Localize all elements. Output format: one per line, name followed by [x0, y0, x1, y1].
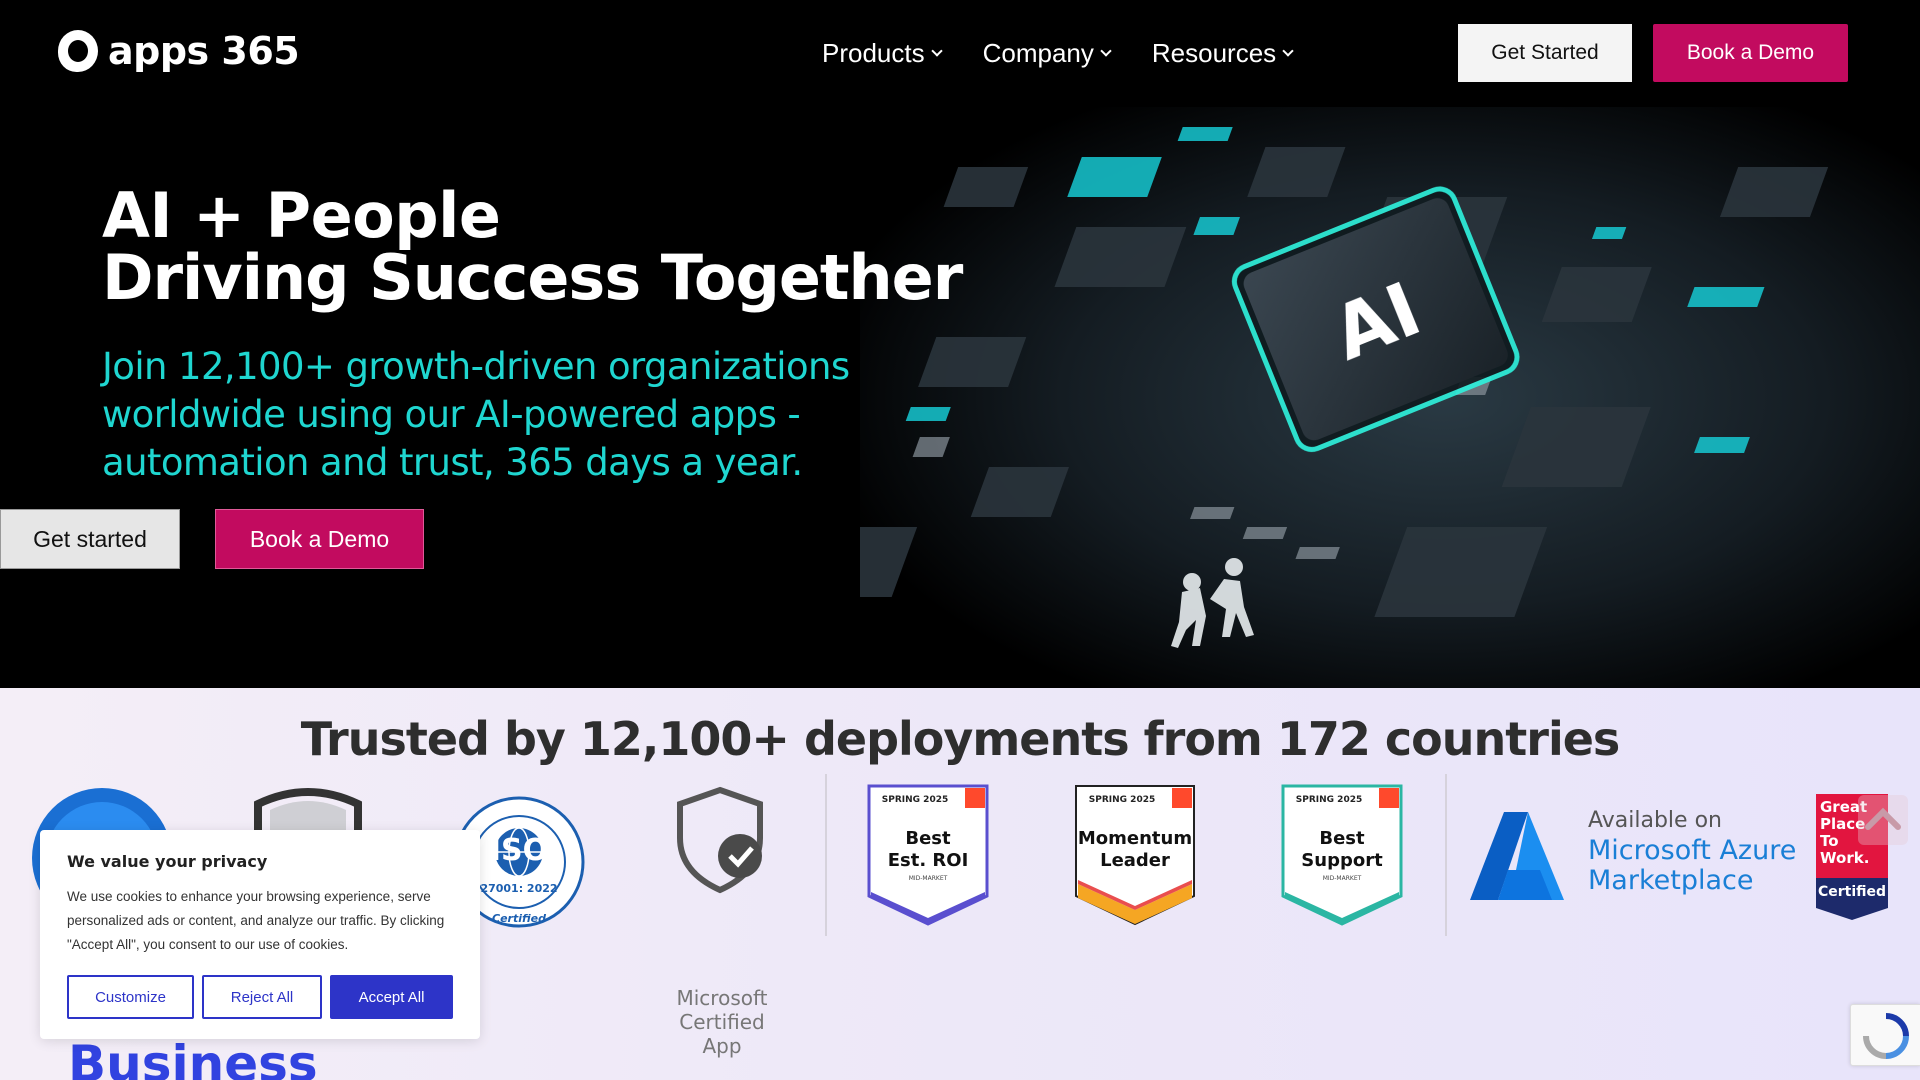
nav-book-demo-button[interactable]: Book a Demo [1653, 24, 1848, 82]
menu-item-products[interactable]: Products [822, 34, 943, 72]
chevron-down-icon [1100, 45, 1112, 57]
cookie-title: We value your privacy [67, 852, 268, 871]
apps365-logo[interactable]: apps 365 [58, 26, 300, 76]
g2-season: SPRING 2025 [1296, 795, 1362, 805]
hero-description: Join 12,100+ growth-driven organizations… [102, 345, 850, 484]
azure-name-line1: Microsoft Azure [1588, 835, 1797, 866]
g2-segment: MID-MARKET [1323, 875, 1362, 882]
gptw-certified: Certified [1818, 884, 1886, 900]
g2-best-support-badge: SPRING 2025 Best Support MID-MARKET [1281, 784, 1403, 926]
iso-standard: 27001: 2022 [480, 882, 557, 895]
chevron-down-icon [1282, 45, 1294, 57]
g2-line1: Momentum [1078, 828, 1192, 849]
g2-momentum-leader-badge: SPRING 2025 Momentum Leader [1075, 785, 1195, 926]
microsoft-line1: Microsoft [676, 986, 768, 1010]
hero-section: AI AI + People Driving Success Together … [0, 107, 1920, 688]
trust-heading: Trusted by 12,100+ deployments from 172 … [300, 712, 1621, 766]
iso-certified: Certified [492, 912, 546, 925]
g2-best-roi-badge: SPRING 2025 Best Est. ROI MID-MARKET [867, 784, 989, 926]
menu-item-resources[interactable]: Resources [1151, 34, 1294, 72]
hero-subtitle: Driving Success Together [102, 241, 963, 314]
nav-get-started-button[interactable]: Get Started [1458, 24, 1632, 82]
hero-get-started-button[interactable]: Get started [0, 509, 180, 569]
main-menu: Products Company Resources [822, 34, 1334, 72]
menu-item-label: Products [822, 37, 925, 68]
cookie-reject-button[interactable]: Reject All [202, 975, 322, 1019]
azure-marketplace-label: Available on Microsoft Azure Marketplace [1588, 806, 1796, 896]
scroll-to-top-button[interactable] [1858, 795, 1908, 845]
badge-divider [825, 774, 827, 936]
badge-divider [1445, 774, 1447, 936]
azure-logo-icon [1470, 812, 1564, 900]
microsoft-certified-label: Microsoft Certified App [660, 986, 784, 1058]
recaptcha-badge[interactable] [1850, 1004, 1920, 1066]
iso-text: ISO [490, 833, 548, 868]
g2-line1: Best [905, 828, 951, 849]
g2-line2: Est. ROI [888, 850, 969, 871]
cookie-actions: Customize Reject All Accept All [67, 975, 453, 1019]
g2-line1: Best [1319, 828, 1365, 849]
section-heading-business: Business [68, 1035, 318, 1080]
chevron-up-icon [1865, 807, 1901, 830]
hero-book-demo-button[interactable]: Book a Demo [215, 509, 424, 569]
azure-name-line2: Marketplace [1588, 865, 1754, 896]
top-navigation: apps 365 Products Company Resources Get … [0, 0, 1920, 107]
g2-season: SPRING 2025 [882, 795, 948, 805]
gptw-line4: Work. [1820, 849, 1869, 867]
logo-mark-icon [58, 30, 98, 72]
menu-item-company[interactable]: Company [982, 34, 1112, 72]
microsoft-certified-icon [677, 786, 763, 894]
cookie-accept-button[interactable]: Accept All [330, 975, 453, 1019]
microsoft-line2: Certified App [679, 1010, 765, 1058]
ai-chip-illustration: AI [860, 107, 1920, 688]
g2-season: SPRING 2025 [1089, 795, 1155, 805]
azure-available: Available on [1588, 808, 1722, 833]
g2-segment: MID-MARKET [909, 875, 948, 882]
gptw-line3: To [1820, 832, 1839, 850]
menu-item-label: Resources [1151, 37, 1277, 68]
chevron-down-icon [930, 45, 943, 57]
g2-line2: Support [1301, 850, 1383, 871]
logo-text: apps 365 [108, 29, 300, 73]
recaptcha-icon [1863, 1013, 1909, 1059]
cookie-customize-button[interactable]: Customize [67, 975, 194, 1019]
g2-line2: Leader [1100, 850, 1170, 871]
cookie-consent-banner: We value your privacy We use cookies to … [40, 830, 480, 1039]
cookie-text: We use cookies to enhance your browsing … [67, 889, 445, 952]
menu-item-label: Company [982, 37, 1094, 68]
